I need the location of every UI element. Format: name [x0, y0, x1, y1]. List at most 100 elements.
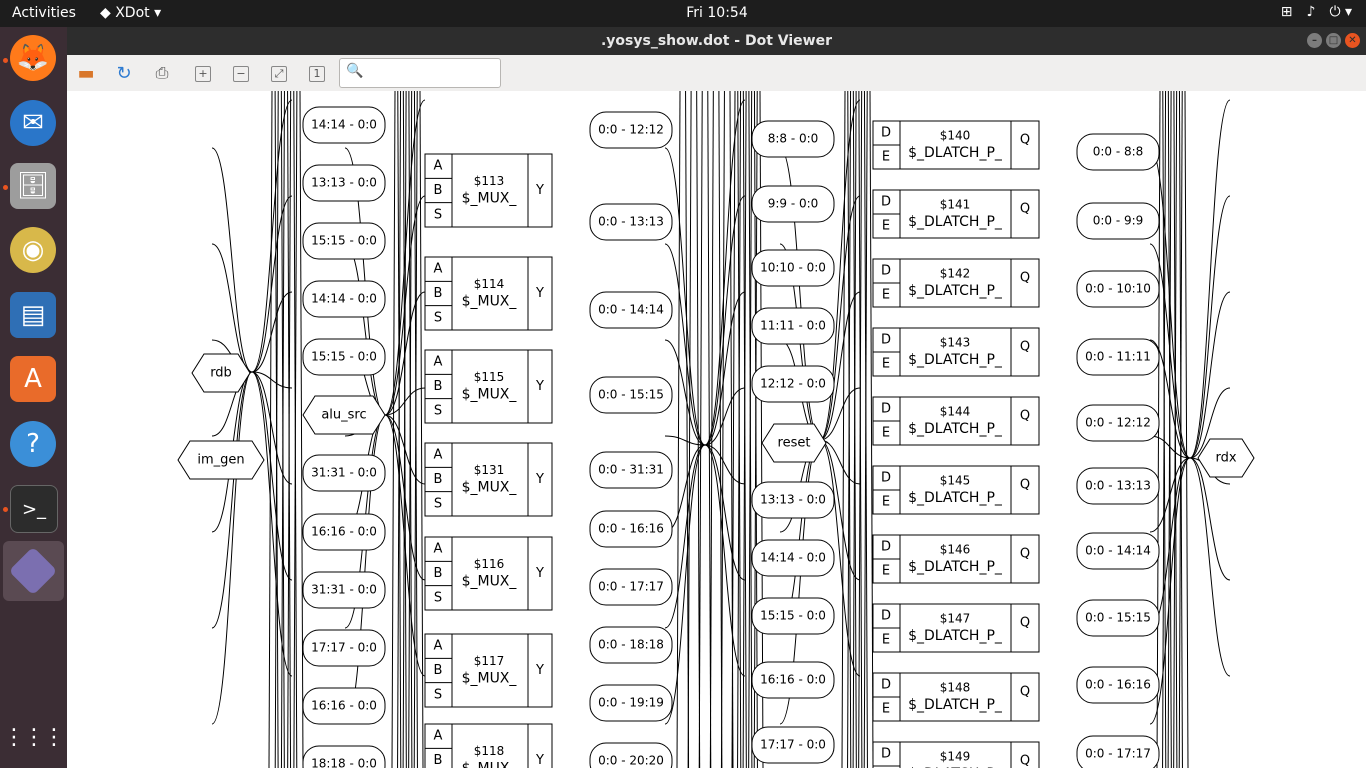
zoom-in-icon[interactable]: +: [195, 66, 211, 82]
firefox-icon[interactable]: 🦊: [10, 35, 56, 81]
slice-node-label: 11:11 - 0:0: [760, 319, 826, 333]
window-titlebar[interactable]: .yosys_show.dot - Dot Viewer – □ ✕: [67, 27, 1366, 55]
slice-node-label: 31:31 - 0:0: [311, 466, 377, 480]
slice-node-label: 0:0 - 9:9: [1093, 214, 1144, 228]
latch-port-q: Q: [1020, 478, 1030, 493]
minimize-icon[interactable]: –: [1307, 33, 1322, 48]
terminal-icon[interactable]: >_: [10, 485, 58, 533]
latch-port-e: E: [882, 150, 890, 165]
help-icon[interactable]: ?: [10, 421, 56, 467]
latch-port-e: E: [882, 702, 890, 717]
slice-node-label: 0:0 - 19:19: [598, 696, 664, 710]
dock: 🦊 ✉ 🗄 ◉ ▤ A ? >_ ⋮⋮⋮: [0, 27, 67, 768]
slice-node-label: 0:0 - 15:15: [1085, 611, 1151, 625]
latch-port-q: Q: [1020, 547, 1030, 562]
latch-type: $_DLATCH_P_: [908, 283, 1003, 299]
mux-port-y: Y: [535, 183, 544, 198]
latch-id: $148: [940, 681, 971, 695]
slice-node-label: 14:14 - 0:0: [311, 118, 377, 132]
latch-port-e: E: [882, 426, 890, 441]
mux-port-s: S: [434, 207, 442, 222]
input-im-gen-label: im_gen: [197, 453, 244, 468]
input-reset-label: reset: [778, 436, 811, 451]
search-icon: 🔍: [346, 63, 364, 79]
latch-id: $141: [940, 198, 971, 212]
rhythmbox-icon[interactable]: ◉: [10, 227, 56, 273]
slice-node-label: 17:17 - 0:0: [311, 641, 377, 655]
software-icon[interactable]: A: [10, 356, 56, 402]
system-tray[interactable]: ⊞ ♪ ⏻ ▾: [1281, 4, 1352, 20]
latch-id: $149: [940, 750, 971, 764]
slice-node-label: 0:0 - 31:31: [598, 463, 664, 477]
latch-port-e: E: [882, 288, 890, 303]
edge: [720, 91, 725, 768]
network-icon: ⊞: [1280, 4, 1293, 20]
latch-port-d: D: [881, 264, 891, 279]
maximize-icon[interactable]: □: [1326, 33, 1341, 48]
window-title: .yosys_show.dot - Dot Viewer: [600, 33, 833, 49]
running-indicator: [3, 507, 8, 512]
slice-node-label: 0:0 - 8:8: [1093, 145, 1144, 159]
open-icon[interactable]: ▬: [75, 62, 97, 84]
latch-port-d: D: [881, 540, 891, 555]
slice-node-label: 0:0 - 13:13: [598, 215, 664, 229]
slice-node-label: 13:13 - 0:0: [311, 176, 377, 190]
print-icon[interactable]: ⎙: [151, 62, 173, 84]
clock[interactable]: Fri 10:54: [0, 5, 1366, 21]
zoom-100-icon[interactable]: 1: [309, 66, 325, 82]
latch-id: $146: [940, 543, 971, 557]
slice-node-label: 16:16 - 0:0: [311, 699, 377, 713]
slice-node-label: 0:0 - 17:17: [1085, 747, 1151, 761]
thunderbird-icon[interactable]: ✉: [10, 100, 56, 146]
files-icon[interactable]: 🗄: [10, 163, 56, 209]
input-rdb-label: rdb: [210, 366, 232, 381]
latch-id: $147: [940, 612, 971, 626]
latch-type: $_DLATCH_P_: [908, 421, 1003, 437]
slice-node-label: 0:0 - 13:13: [1085, 479, 1151, 493]
mux-port-a: A: [434, 262, 443, 277]
slice-node-label: 0:0 - 12:12: [598, 123, 664, 137]
edge: [251, 195, 293, 373]
close-icon[interactable]: ✕: [1345, 33, 1360, 48]
mux-id: $131: [474, 463, 505, 477]
latch-port-d: D: [881, 471, 891, 486]
latch-id: $142: [940, 267, 971, 281]
slice-node-label: 0:0 - 16:16: [598, 522, 664, 536]
mux-id: $115: [474, 370, 505, 384]
edge: [1184, 91, 1189, 768]
latch-port-d: D: [881, 126, 891, 141]
writer-icon[interactable]: ▤: [10, 292, 56, 338]
latch-id: $143: [940, 336, 971, 350]
slice-node-label: 0:0 - 16:16: [1085, 678, 1151, 692]
volume-icon: ♪: [1306, 4, 1316, 20]
latch-port-q: Q: [1020, 754, 1030, 768]
slice-node-label: 0:0 - 12:12: [1085, 416, 1151, 430]
mux-port-y: Y: [535, 379, 544, 394]
mux-id: $114: [474, 277, 505, 291]
show-apps-icon[interactable]: ⋮⋮⋮: [3, 714, 65, 760]
mux-port-b: B: [434, 472, 443, 487]
slice-node-label: 0:0 - 14:14: [598, 303, 664, 317]
mux-port-b: B: [434, 753, 443, 768]
mux-port-b: B: [434, 183, 443, 198]
zoom-fit-icon[interactable]: ⤢: [271, 66, 287, 82]
edge: [211, 371, 253, 725]
graph-canvas[interactable]: 14:14 - 0:0 13:13 - 0:0 15:15 - 0:0 14:14 -…: [67, 91, 1366, 768]
mux-port-a: A: [434, 729, 443, 744]
mux-port-s: S: [434, 496, 442, 511]
mux-type: $_MUX_: [462, 671, 518, 687]
zoom-out-icon[interactable]: −: [233, 66, 249, 82]
toolbar: ▬ ↻ ⎙ + − ⤢ 1 🔍: [67, 55, 1366, 92]
edge: [251, 371, 293, 677]
search-input[interactable]: 🔍: [339, 58, 501, 88]
slice-node-label: 13:13 - 0:0: [760, 493, 826, 507]
slice-node-label: 14:14 - 0:0: [311, 292, 377, 306]
mux-id: $116: [474, 557, 505, 571]
reload-icon[interactable]: ↻: [113, 62, 135, 84]
latch-port-q: Q: [1020, 409, 1030, 424]
slice-node-label: 16:16 - 0:0: [760, 673, 826, 687]
mux-port-a: A: [434, 639, 443, 654]
mux-port-b: B: [434, 286, 443, 301]
edge: [1189, 291, 1231, 459]
latch-port-e: E: [882, 564, 890, 579]
